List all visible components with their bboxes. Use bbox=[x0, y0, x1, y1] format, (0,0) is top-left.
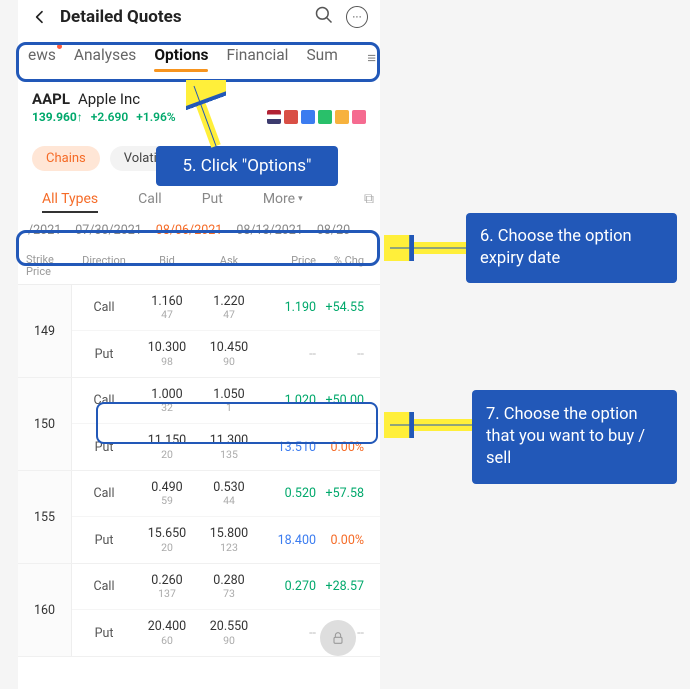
option-ask: 15.800123 bbox=[198, 527, 260, 553]
tab-sum[interactable]: Sum bbox=[306, 46, 337, 70]
price-change: +2.690 bbox=[91, 110, 128, 124]
top-bar: Detailed Quotes ··· bbox=[18, 0, 380, 34]
strike-group: 155Call0.490590.530440.520+57.58Put15.65… bbox=[18, 471, 380, 564]
expiry-date[interactable]: 07/30/2021 bbox=[75, 223, 142, 238]
annotation-step6: 6. Choose the option expiry date bbox=[466, 213, 677, 283]
page-title: Detailed Quotes bbox=[60, 7, 314, 27]
copy-icon[interactable]: ⧉ bbox=[364, 191, 374, 207]
col-price: Price bbox=[260, 254, 316, 278]
option-row[interactable]: Call1.160471.220471.190+54.55 bbox=[72, 285, 380, 331]
option-direction: Call bbox=[72, 486, 136, 501]
back-icon[interactable] bbox=[30, 9, 50, 25]
option-bid: 0.49059 bbox=[136, 481, 198, 507]
strike-price: 155 bbox=[18, 471, 72, 563]
col-strike: Strike Price bbox=[18, 254, 72, 278]
type-tab-more[interactable]: More▾ bbox=[263, 191, 303, 207]
option-chg: -- bbox=[316, 347, 370, 362]
highlight-option-row bbox=[96, 402, 378, 444]
option-row[interactable]: Put10.3009810.45090---- bbox=[72, 331, 380, 377]
social-icons bbox=[267, 110, 366, 124]
annotation-step7: 7. Choose the option that you want to bu… bbox=[472, 390, 677, 484]
col-chg: % Chg bbox=[316, 254, 370, 278]
tab-options[interactable]: Options bbox=[154, 46, 208, 70]
tab-analyses[interactable]: Analyses bbox=[74, 46, 136, 70]
option-bid: 1.16047 bbox=[136, 295, 198, 321]
option-chg: 0.00% bbox=[316, 533, 370, 548]
option-bid: 20.40060 bbox=[136, 620, 198, 646]
option-ask: 10.45090 bbox=[198, 341, 260, 367]
strike-price: 150 bbox=[18, 378, 72, 470]
tab-ews[interactable]: ews bbox=[28, 46, 56, 70]
category-menu-icon[interactable]: ≡ bbox=[367, 49, 376, 67]
option-direction: Put bbox=[72, 626, 136, 641]
option-row[interactable]: Call0.490590.530440.520+57.58 bbox=[72, 471, 380, 517]
option-row[interactable]: Put15.6502015.80012318.4000.00% bbox=[72, 517, 380, 563]
option-row[interactable]: Call0.2601370.280730.270+28.57 bbox=[72, 564, 380, 610]
option-price: 18.400 bbox=[260, 533, 316, 548]
option-chg: +57.58 bbox=[316, 486, 370, 501]
strike-group: 149Call1.160471.220471.190+54.55Put10.30… bbox=[18, 285, 380, 378]
social-badge-icon[interactable] bbox=[318, 110, 332, 124]
search-icon[interactable] bbox=[314, 5, 334, 29]
social-badge-icon[interactable] bbox=[284, 110, 298, 124]
option-direction: Call bbox=[72, 300, 136, 315]
category-tabs: ews Analyses Options Financial Sum ≡ bbox=[18, 40, 380, 76]
option-direction: Put bbox=[72, 533, 136, 548]
chain-header: Strike Price Direction Bid Ask Price % C… bbox=[18, 246, 380, 285]
chip-chains[interactable]: Chains bbox=[32, 146, 100, 171]
col-direction: Direction bbox=[72, 254, 136, 278]
expiry-date[interactable]: 08/06/2021 bbox=[156, 223, 223, 238]
last-price: 139.960 bbox=[32, 110, 77, 124]
social-badge-icon[interactable] bbox=[352, 110, 366, 124]
more-icon[interactable]: ··· bbox=[346, 6, 368, 28]
type-tab-call[interactable]: Call bbox=[138, 191, 162, 207]
expiry-date[interactable]: 08/20 bbox=[317, 223, 350, 238]
option-price: -- bbox=[260, 626, 316, 641]
lock-fab[interactable] bbox=[320, 620, 356, 656]
option-chg: +54.55 bbox=[316, 300, 370, 315]
type-tab-all-types[interactable]: All Types bbox=[42, 191, 98, 207]
tab-financial[interactable]: Financial bbox=[226, 46, 288, 70]
col-bid: Bid bbox=[136, 254, 198, 278]
symbol-name: Apple Inc bbox=[78, 90, 140, 108]
option-direction: Call bbox=[72, 579, 136, 594]
annotation-step5: 5. Click "Options" bbox=[156, 146, 338, 186]
option-direction: Put bbox=[72, 347, 136, 362]
option-price: 0.270 bbox=[260, 579, 316, 594]
social-badge-icon[interactable] bbox=[301, 110, 315, 124]
arrow-step7 bbox=[384, 412, 476, 438]
option-ask: 0.28073 bbox=[198, 574, 260, 600]
option-bid: 15.65020 bbox=[136, 527, 198, 553]
arrow-step6 bbox=[384, 235, 470, 261]
flag-icon bbox=[267, 110, 281, 124]
option-chg: +28.57 bbox=[316, 579, 370, 594]
strike-price: 149 bbox=[18, 285, 72, 377]
option-ask: 1.22047 bbox=[198, 295, 260, 321]
type-tab-put[interactable]: Put bbox=[202, 191, 223, 207]
option-bid: 10.30098 bbox=[136, 341, 198, 367]
up-arrow-icon: ↑ bbox=[77, 110, 83, 124]
strike-price: 160 bbox=[18, 564, 72, 656]
option-bid: 0.260137 bbox=[136, 574, 198, 600]
arrow-step5 bbox=[186, 80, 226, 150]
social-badge-icon[interactable] bbox=[335, 110, 349, 124]
option-ask: 20.55090 bbox=[198, 620, 260, 646]
option-price: 1.190 bbox=[260, 300, 316, 315]
expiry-date[interactable]: /2021 bbox=[28, 223, 61, 238]
col-ask: Ask bbox=[198, 254, 260, 278]
option-price: 0.520 bbox=[260, 486, 316, 501]
option-ask: 0.53044 bbox=[198, 481, 260, 507]
symbol-ticker: AAPL bbox=[32, 90, 70, 108]
option-price: -- bbox=[260, 347, 316, 362]
price-pct: +1.96% bbox=[136, 110, 175, 124]
option-chain: 149Call1.160471.220471.190+54.55Put10.30… bbox=[18, 285, 380, 657]
expiry-date[interactable]: 08/13/2021 bbox=[236, 223, 303, 238]
